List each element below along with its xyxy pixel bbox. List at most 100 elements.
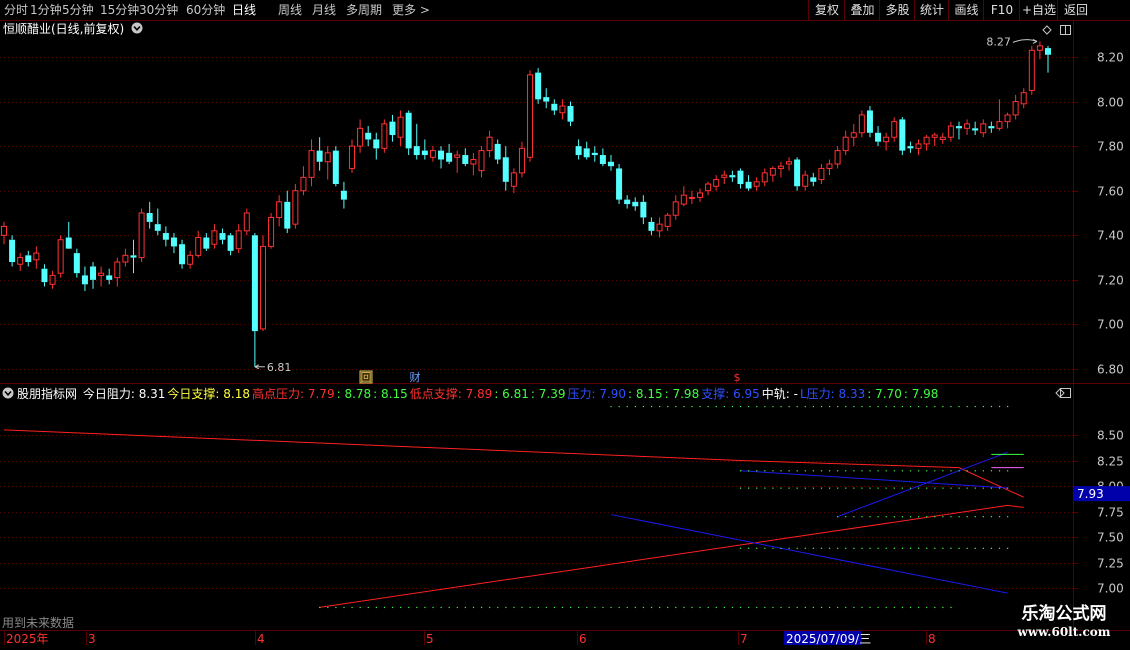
indicator-dot-row [739,487,1009,489]
indicator-item-value: 8.31 [138,387,166,401]
candle-body [1004,114,1011,123]
candle-body [41,268,48,283]
candle-body [688,196,695,199]
indicator-dot [990,547,993,549]
candle-body [243,212,250,232]
indicator-dot [675,405,677,408]
period-tab-7[interactable]: 周线 [278,2,302,18]
indicator-dot [909,405,912,408]
toolbar-button-1[interactable]: 叠加 [844,0,880,20]
toolbar-button-4[interactable]: 画线 [948,0,984,20]
toolbar-button-5[interactable]: F10 [983,0,1020,20]
period-tab-10[interactable]: 更多 > [392,2,430,18]
candle-body [591,152,598,156]
indicator-dot [739,606,742,609]
indicator-item-label: 支撑: [701,387,734,401]
y-tick-label: 8.00 [1097,96,1124,110]
indicator-series-line [319,504,1024,608]
period-tab-6[interactable]: 日线 [232,2,256,18]
toolbar-button-6[interactable]: +自选 [1019,0,1058,20]
indicator-dot [804,547,806,549]
candle-body [826,163,833,169]
indicator-dot [918,487,920,489]
candle [211,224,218,249]
high-price-label: 8.27 [986,35,1011,48]
candle-body [316,150,323,162]
indicator-dot [869,516,871,518]
indicator-dot [942,487,944,489]
indicator-dot [513,606,515,609]
candle [705,181,712,196]
candle-body [607,161,614,167]
indicator-dot [918,547,920,549]
candle [332,146,339,187]
toolbar-button-0[interactable]: 复权 [808,0,845,20]
indicator-dot [796,606,798,609]
indicator-header: 股朋指标网 今日阻力: 8.31 今日支撑: 8.18 高点压力: 7.79: 8.… [2,386,942,402]
indicator-dot [893,405,895,408]
candle [648,217,655,236]
candle-body [850,132,857,138]
indicator-dot [845,487,847,489]
indicator-dot [893,516,895,518]
indicator-dot [934,516,936,518]
indicator-dot [885,516,887,518]
indicator-dot [723,606,725,609]
candle-body [527,74,534,158]
indicator-dot [877,470,879,472]
candle-body [470,159,477,165]
indicator-dot [950,516,952,518]
selected-date-badge [784,631,862,645]
indicator-dot [958,547,960,549]
candle [583,141,590,160]
indicator-dot [634,606,636,609]
toolbar-button-3[interactable]: 统计 [914,0,949,20]
indicator-dot [934,470,936,472]
period-tab-1[interactable]: 1分钟 [30,2,62,18]
candle [972,121,979,135]
candle-body [57,239,64,274]
indicator-dot [683,405,685,408]
period-tab-2[interactable]: 5分钟 [62,2,94,18]
candle [308,139,315,187]
indicator-dot [464,606,467,609]
candle-body [179,244,186,265]
period-tab-5[interactable]: 60分钟 [186,2,225,18]
period-tab-4[interactable]: 30分钟 [139,2,178,18]
candle [955,121,962,140]
indicator-dot [448,606,450,609]
indicator-dot [359,606,361,609]
candle [842,130,849,156]
candle-body [65,237,72,249]
panel-icon [1060,25,1071,35]
chevron-down-icon[interactable] [131,22,143,34]
candle-body [276,201,283,218]
indicator-dot [926,606,928,609]
candle-body [964,123,971,129]
indicator-item-value: 7.70 [875,387,902,401]
candle-body [413,146,420,156]
indicator-dot [796,470,798,472]
chevron-down-icon[interactable] [2,387,14,399]
period-tab-0[interactable]: 分时 [4,2,28,18]
indicator-item-label: 今日支撑: [167,387,224,401]
indicator-dot [812,470,815,472]
period-tab-3[interactable]: 15分钟 [100,2,139,18]
toolbar-button-2[interactable]: 多股 [879,0,915,20]
period-tab-8[interactable]: 月线 [312,2,336,18]
indicator-dot [869,470,871,472]
indicator-dot [885,606,887,609]
indicator-item-value: 7.90 [599,387,627,401]
indicator-dot [626,405,628,408]
candle-body [162,233,169,240]
indicator-dot [942,405,944,408]
indicator-dot [828,470,831,472]
candle [187,250,194,269]
toolbar-button-7[interactable]: 返回 [1057,0,1094,20]
indicator-dot [918,516,920,518]
candle-body [292,190,299,225]
indicator-item-13: L压力: 8.33 [800,387,865,401]
candle-body [543,97,550,102]
indicator-dot [659,405,661,408]
period-tab-9[interactable]: 多周期 [346,2,382,18]
